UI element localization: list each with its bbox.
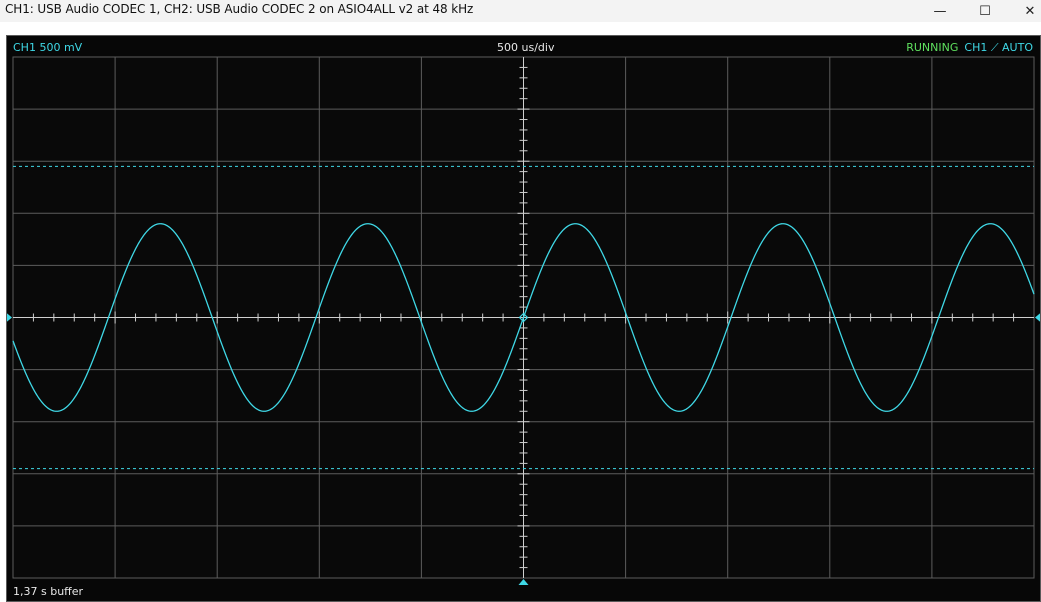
timebase-label[interactable]: 500 us/div [497,41,554,54]
running-status[interactable]: RUNNING [906,41,958,55]
status-group: RUNNING CH1 ⟋ AUTO [906,41,1033,55]
buffer-label: 1,37 s buffer [13,585,84,598]
scope-plot[interactable] [0,0,1041,602]
channel-scale-label[interactable]: CH1 500 mV [13,41,82,54]
trigger-position-marker [518,579,529,585]
ch1-ground-marker-right [1035,312,1041,323]
ch1-ground-marker-left [6,312,12,323]
trigger-mode[interactable]: CH1 ⟋ AUTO [964,41,1033,55]
